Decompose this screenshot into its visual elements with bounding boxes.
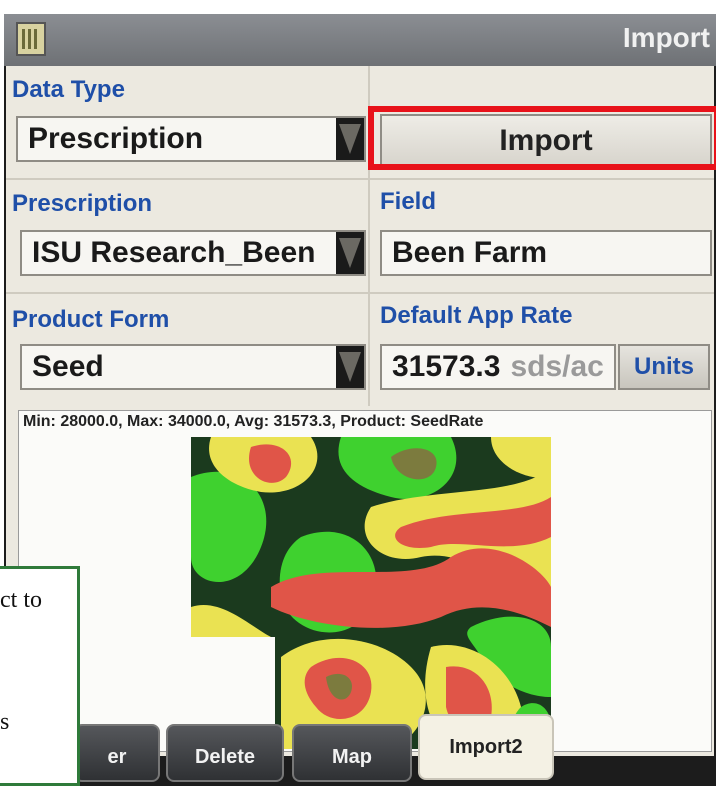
app-rate-value: 31573.3	[392, 350, 501, 383]
tab-delete[interactable]: Delete	[166, 724, 284, 782]
field-label: Field	[380, 188, 437, 215]
row-divider	[6, 292, 714, 294]
app-icon	[16, 22, 46, 56]
tab-partial[interactable]: er	[74, 724, 160, 782]
import-form-panel: Data Type Prescription Import Prescripti…	[6, 66, 716, 756]
field-value: Been Farm	[392, 236, 548, 269]
overlay-text-card: ct to s	[0, 566, 80, 786]
data-type-value: Prescription	[28, 122, 204, 155]
overlay-line-1: ct to	[0, 587, 42, 613]
data-type-dropdown[interactable]: Prescription	[16, 116, 366, 162]
product-form-label: Product Form	[12, 306, 170, 333]
data-type-label: Data Type	[12, 76, 125, 103]
tab-map[interactable]: Map	[292, 724, 412, 782]
overlay-line-2: s	[0, 709, 10, 735]
field-input[interactable]: Been Farm	[380, 230, 712, 276]
chevron-down-icon[interactable]	[336, 118, 364, 160]
screen-title: Import	[622, 22, 710, 53]
chevron-down-icon[interactable]	[336, 232, 364, 274]
tab-import2[interactable]: Import2	[418, 714, 554, 780]
title-bar: Import	[4, 14, 716, 66]
row-divider	[6, 178, 714, 180]
prescription-label: Prescription	[12, 190, 153, 217]
default-app-rate-input[interactable]: 31573.3 sds/ac	[380, 344, 616, 390]
display-screen: Import Data Type Prescription Import Pre…	[4, 14, 716, 786]
rx-zone-map	[191, 437, 551, 749]
units-button[interactable]: Units	[618, 344, 710, 390]
bottom-tab-bar: er Delete Map Import2	[4, 714, 716, 786]
prescription-map-preview: Min: 28000.0, Max: 34000.0, Avg: 31573.3…	[18, 410, 712, 752]
product-form-dropdown[interactable]: Seed	[20, 344, 366, 390]
prescription-dropdown[interactable]: ISU Research_Been	[20, 230, 366, 276]
prescription-value: ISU Research_Been	[32, 236, 316, 269]
chevron-down-icon[interactable]	[336, 346, 364, 388]
default-app-rate-label: Default App Rate	[380, 302, 573, 329]
product-form-value: Seed	[32, 350, 104, 383]
app-rate-unit: sds/ac	[510, 350, 604, 383]
highlight-annotation	[368, 106, 716, 170]
map-stats: Min: 28000.0, Max: 34000.0, Avg: 31573.3…	[23, 413, 484, 430]
